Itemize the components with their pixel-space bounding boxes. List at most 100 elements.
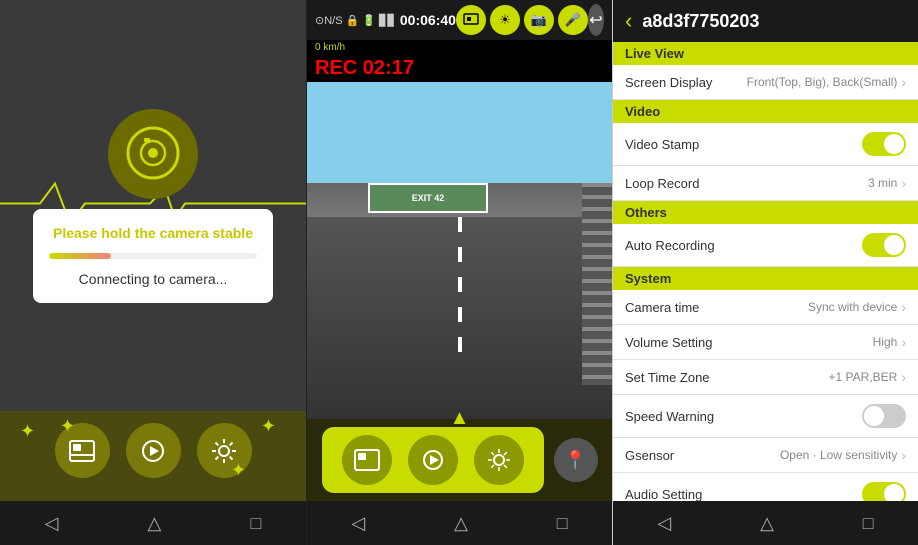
mic-icon-btn[interactable]: 🎤 [558, 5, 588, 35]
connecting-box: Please hold the camera stable Connecting… [33, 209, 273, 303]
camera-mode-btn[interactable]: 📷 [524, 5, 554, 35]
home-nav[interactable]: △ [148, 513, 162, 534]
device-title: a8d3f7750203 [642, 11, 759, 32]
volume-label: Volume Setting [625, 335, 712, 350]
settings-toolbar-btn[interactable] [474, 435, 524, 485]
guardrail [582, 183, 612, 385]
panel-recording: ⊙N/S 🔒 🔋 ▊▊ 00:06:40 ☀ 📷 🎤 ↩ 0 km/h REC … [306, 0, 612, 545]
screen-display-label: Screen Display [625, 75, 712, 90]
video-stamp-label: Video Stamp [625, 137, 699, 152]
panel2-recent-nav[interactable]: □ [557, 513, 568, 534]
recording-topbar: ⊙N/S 🔒 🔋 ▊▊ 00:06:40 ☀ 📷 🎤 ↩ [307, 0, 612, 40]
gallery-toolbar-btn[interactable] [342, 435, 392, 485]
panel2-back-nav[interactable]: ◁ [351, 513, 365, 534]
volume-value: High › [873, 334, 906, 350]
video-stamp-toggle[interactable] [862, 132, 906, 156]
connect-top-area: Please hold the camera stable Connecting… [0, 0, 306, 411]
timezone-label: Set Time Zone [625, 370, 710, 385]
chevron-icon-3: › [901, 299, 906, 315]
exit-button[interactable]: ↩ [588, 4, 604, 36]
please-hold-text: Please hold the camera stable [53, 225, 253, 241]
panel3-nav: ◁ △ □ [613, 501, 918, 545]
setting-volume[interactable]: Volume Setting High › [613, 325, 918, 360]
section-others: Others [613, 201, 918, 224]
panel1-bottom-section: ✦ ✦ ✦ ✦ ◁ △ □ [0, 411, 306, 545]
rec-row: REC 02:17 [307, 55, 612, 82]
video-toolbar-btn[interactable] [408, 435, 458, 485]
chevron-icon-4: › [901, 334, 906, 350]
loop-record-label: Loop Record [625, 176, 699, 191]
lock-icon: 🔒 [346, 14, 360, 27]
panel3-back-nav[interactable]: ◁ [657, 513, 671, 534]
timezone-value: +1 PAR,BER › [829, 369, 906, 385]
panel2-bottom-toolbar: ▲ 📍 [307, 419, 612, 501]
speed-warning-toggle[interactable] [862, 404, 906, 428]
setting-camera-time[interactable]: Camera time Sync with device › [613, 290, 918, 325]
auto-recording-toggle[interactable] [862, 233, 906, 257]
expand-icon[interactable]: ▲ [450, 407, 470, 430]
setting-video-stamp[interactable]: Video Stamp [613, 123, 918, 166]
panel2-nav: ◁ △ □ [307, 501, 612, 545]
section-video: Video [613, 100, 918, 123]
camera-feed: EXIT 42 [307, 82, 612, 419]
chevron-icon-6: › [901, 447, 906, 463]
recent-nav[interactable]: □ [251, 513, 262, 534]
loop-record-value: 3 min › [868, 175, 906, 191]
sparkle-icon-4: ✦ [231, 460, 246, 481]
progress-fill [49, 253, 111, 259]
connecting-text: Connecting to camera... [79, 271, 228, 287]
topbar-function-icons: ☀ 📷 🎤 [456, 5, 588, 35]
setting-audio[interactable]: Audio Setting [613, 473, 918, 501]
clock-display: 00:06:40 [400, 12, 456, 28]
battery-icon: 🔋 [362, 14, 376, 27]
gps-icon: ⊙N/S [315, 14, 343, 27]
audio-label: Audio Setting [625, 487, 702, 502]
panel3-home-nav[interactable]: △ [760, 513, 774, 534]
setting-speed-warning[interactable]: Speed Warning [613, 395, 918, 438]
section-system: System [613, 267, 918, 290]
speed-warning-label: Speed Warning [625, 409, 714, 424]
gsensor-label: Gsensor [625, 448, 674, 463]
sparkle-icon-3: ✦ [60, 416, 75, 437]
audio-toggle[interactable] [862, 482, 906, 501]
camera-icon [108, 109, 198, 199]
setting-auto-recording[interactable]: Auto Recording [613, 224, 918, 267]
setting-gsensor[interactable]: Gsensor Open · Low sensitivity › [613, 438, 918, 473]
status-icons: ⊙N/S 🔒 🔋 ▊▊ [315, 14, 396, 27]
highway-sign: EXIT 42 [368, 183, 488, 213]
settings-back-arrow[interactable]: ‹ [625, 8, 632, 34]
location-button[interactable]: 📍 [554, 438, 598, 482]
video-button[interactable] [126, 423, 181, 478]
sign-text: EXIT 42 [412, 193, 445, 203]
signal-icon: ▊▊ [379, 14, 396, 27]
speed-display: 0 km/h [307, 40, 612, 55]
chevron-icon-5: › [901, 369, 906, 385]
panel-connect: Please hold the camera stable Connecting… [0, 0, 306, 545]
panel1-nav: ◁ △ □ [0, 501, 306, 545]
auto-recording-label: Auto Recording [625, 238, 715, 253]
green-toolbar: ▲ [322, 427, 544, 493]
chevron-icon: › [901, 74, 906, 90]
topbar-left: ⊙N/S 🔒 🔋 ▊▊ 00:06:40 [315, 12, 456, 28]
road-markings [458, 217, 462, 352]
camera-time-label: Camera time [625, 300, 699, 315]
road-view: EXIT 42 [307, 82, 612, 419]
panel2-home-nav[interactable]: △ [454, 513, 468, 534]
panel-settings: ‹ a8d3f7750203 Live View Screen Display … [612, 0, 918, 545]
display-icon-btn[interactable] [456, 5, 486, 35]
brightness-icon-btn[interactable]: ☀ [490, 5, 520, 35]
back-nav[interactable]: ◁ [45, 513, 59, 534]
sparkle-icon-2: ✦ [261, 416, 276, 437]
setting-screen-display[interactable]: Screen Display Front(Top, Big), Back(Sma… [613, 65, 918, 100]
progress-bar [49, 253, 257, 259]
screen-display-value: Front(Top, Big), Back(Small) › [747, 74, 906, 90]
gsensor-value: Open · Low sensitivity › [780, 447, 906, 463]
settings-list: Live View Screen Display Front(Top, Big)… [613, 42, 918, 501]
setting-timezone[interactable]: Set Time Zone +1 PAR,BER › [613, 360, 918, 395]
section-live-view: Live View [613, 42, 918, 65]
bottom-icons-area: ✦ ✦ ✦ ✦ [0, 411, 306, 501]
setting-loop-record[interactable]: Loop Record 3 min › [613, 166, 918, 201]
rec-display: REC 02:17 [307, 55, 612, 82]
panel3-recent-nav[interactable]: □ [863, 513, 874, 534]
sparkle-icon-1: ✦ [20, 421, 35, 442]
